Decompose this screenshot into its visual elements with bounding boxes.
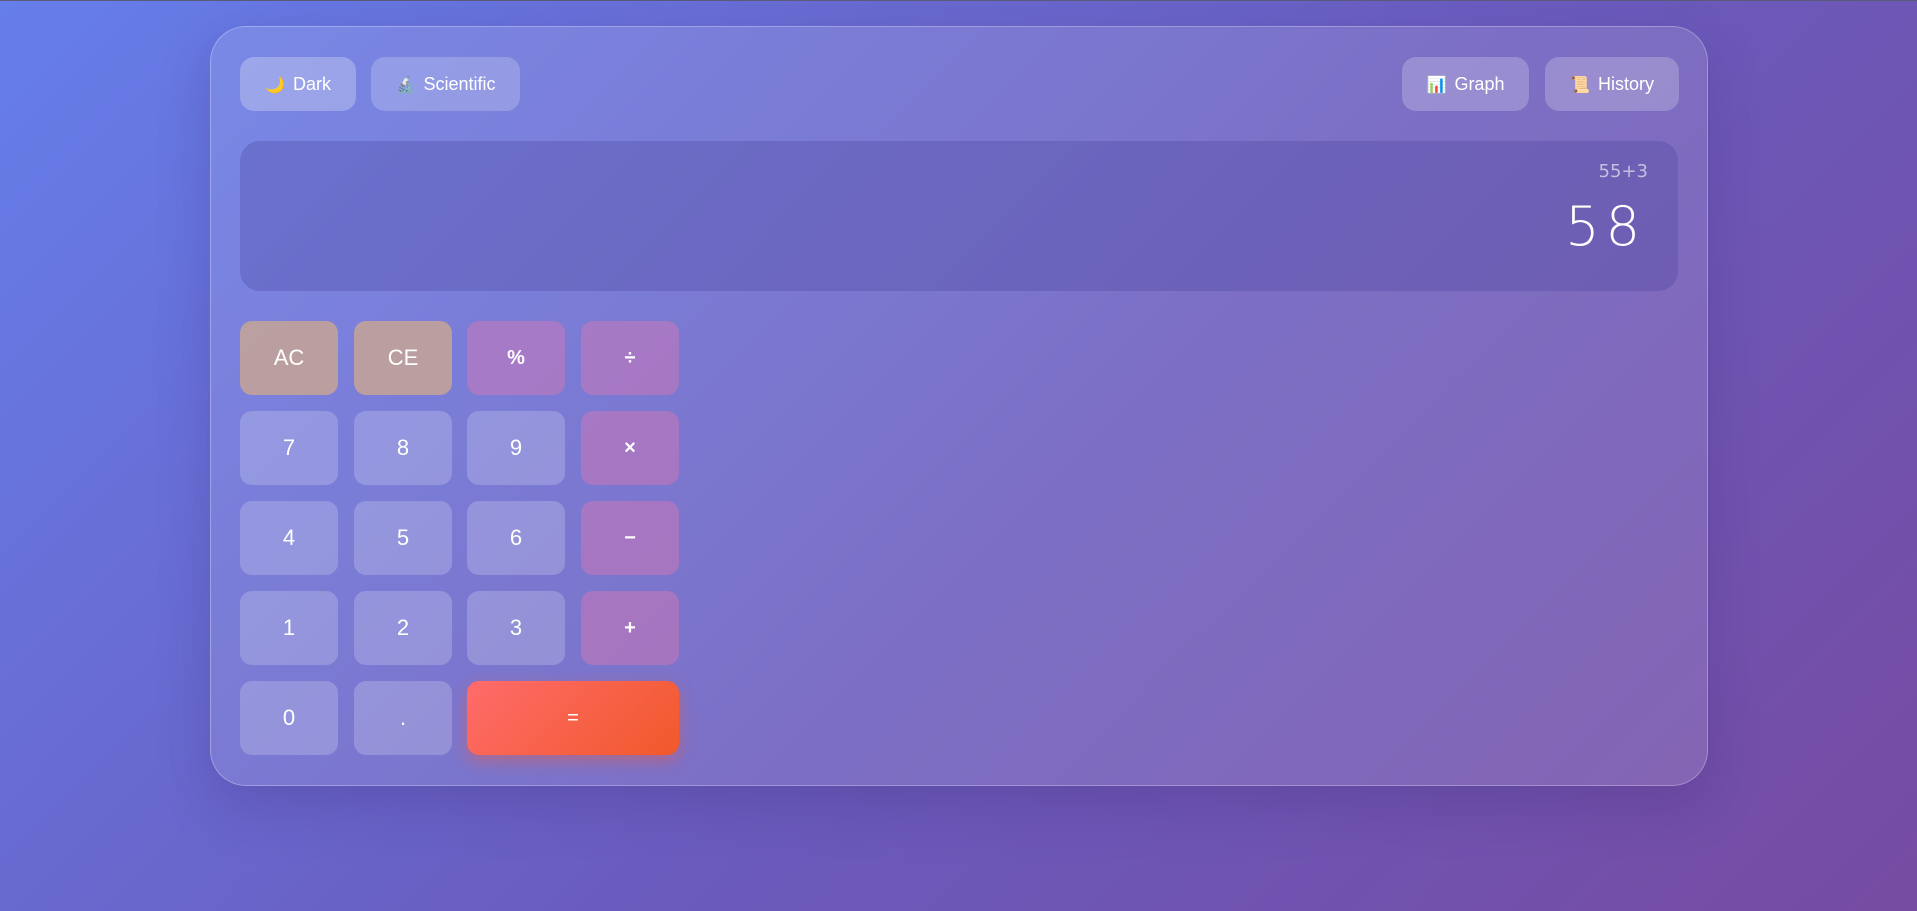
add-button[interactable]: +	[581, 591, 679, 665]
graph-label: Graph	[1454, 73, 1505, 94]
bar-chart-icon: 📊	[1426, 74, 1447, 94]
calculator-panel	[210, 26, 1708, 786]
history-button[interactable]: 📜 History	[1545, 57, 1679, 111]
digit-5-button[interactable]: 5	[354, 501, 452, 575]
expression-text: 55+3	[1598, 161, 1648, 182]
moon-icon: 🌙	[265, 74, 285, 94]
subtract-button[interactable]: −	[581, 501, 679, 575]
divide-button[interactable]: ÷	[581, 321, 679, 395]
digit-0-button[interactable]: 0	[240, 681, 338, 755]
calculator-display: 55+3 58	[240, 141, 1678, 291]
digit-8-button[interactable]: 8	[354, 411, 452, 485]
microscope-icon: 🔬	[395, 74, 416, 94]
digit-2-button[interactable]: 2	[354, 591, 452, 665]
digit-1-button[interactable]: 1	[240, 591, 338, 665]
clear-entry-button[interactable]: CE	[354, 321, 452, 395]
scientific-mode-button[interactable]: 🔬 Scientific	[371, 57, 520, 111]
equals-button[interactable]: =	[467, 681, 679, 755]
decimal-button[interactable]: .	[354, 681, 452, 755]
graph-button[interactable]: 📊 Graph	[1402, 57, 1529, 111]
dark-mode-button[interactable]: 🌙 Dark	[240, 57, 356, 111]
percent-button[interactable]: %	[467, 321, 565, 395]
all-clear-button[interactable]: AC	[240, 321, 338, 395]
scroll-icon: 📜	[1570, 74, 1590, 94]
dark-mode-label: Dark	[292, 73, 331, 94]
history-label: History	[1597, 73, 1654, 94]
digit-9-button[interactable]: 9	[467, 411, 565, 485]
digit-3-button[interactable]: 3	[467, 591, 565, 665]
digit-6-button[interactable]: 6	[467, 501, 565, 575]
result-text: 58	[1565, 195, 1646, 258]
scientific-mode-label: Scientific	[423, 73, 496, 94]
multiply-button[interactable]: ×	[581, 411, 679, 485]
window-top-border	[0, 0, 1917, 1]
digit-7-button[interactable]: 7	[240, 411, 338, 485]
digit-4-button[interactable]: 4	[240, 501, 338, 575]
